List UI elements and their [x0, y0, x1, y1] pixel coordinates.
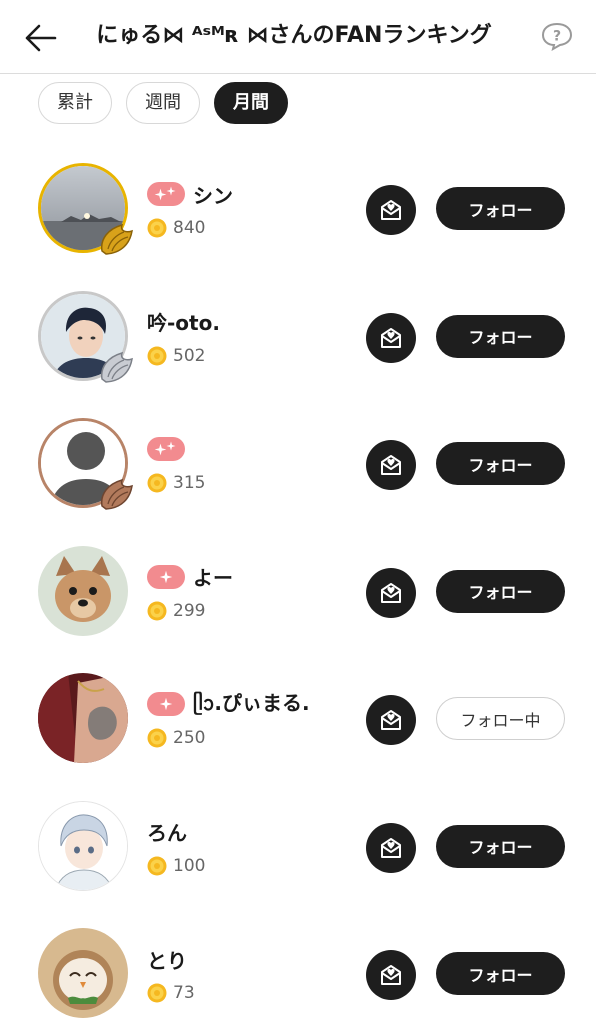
avatar[interactable] [38, 163, 133, 255]
avatar[interactable] [38, 928, 128, 1018]
fan-points: 73 [173, 983, 195, 1003]
fan-name: シン [193, 183, 233, 208]
coin-icon [147, 473, 167, 493]
avatar[interactable] [38, 545, 128, 636]
app-header: にゅる⋈ ᴬˢᴹʀ ⋈さんのFANランキング ? [0, 0, 596, 74]
anime-boy-avatar-image [39, 801, 127, 890]
avatar[interactable] [38, 290, 133, 383]
gold-wing-icon [100, 223, 133, 255]
heart-letter-icon [378, 325, 404, 351]
send-letter-button[interactable] [366, 822, 416, 873]
fan-points: 502 [173, 345, 206, 366]
supporter-badge [147, 437, 185, 461]
back-button[interactable] [18, 16, 62, 60]
avatar[interactable] [38, 673, 128, 763]
follow-button[interactable]: フォロー [436, 314, 565, 358]
supporter-badge [147, 564, 185, 589]
coin-icon [147, 346, 167, 366]
fan-points: 100 [173, 855, 206, 876]
fan-row[interactable]: ろん 100 フォロー [0, 783, 596, 911]
send-letter-button[interactable] [366, 312, 416, 363]
fan-name: よー [193, 566, 233, 590]
fan-name: 吟-oto. [147, 311, 220, 335]
supporter-badge [147, 692, 185, 716]
period-tabs: 累計 週間 月間 [38, 82, 288, 126]
page-title: にゅる⋈ ᴬˢᴹʀ ⋈さんのFANランキング [96, 23, 492, 48]
silver-wing-icon [100, 351, 133, 383]
help-button[interactable]: ? [535, 16, 579, 56]
follow-button[interactable]: フォロー [436, 952, 565, 995]
send-letter-button[interactable] [366, 567, 416, 618]
heart-letter-icon [378, 452, 404, 478]
tab-weekly[interactable]: 週間 [126, 82, 200, 124]
follow-button[interactable]: フォロー [436, 569, 565, 613]
double-sparkle-icon [154, 441, 176, 456]
coin-icon [147, 218, 167, 238]
fan-row[interactable]: とり 73 フォロー [0, 910, 596, 1024]
tattoo-avatar-image [38, 673, 128, 763]
bronze-wing-icon [100, 478, 133, 510]
heart-letter-icon [378, 835, 404, 861]
avatar[interactable] [38, 800, 128, 891]
fan-row[interactable]: 315 フォロー [0, 400, 596, 528]
single-sparkle-icon [159, 697, 173, 711]
supporter-badge [147, 182, 185, 206]
heart-letter-icon [378, 197, 404, 223]
fan-row[interactable]: よー 299 フォロー [0, 528, 596, 656]
send-letter-button[interactable] [366, 695, 416, 745]
svg-text:?: ? [553, 29, 561, 45]
coin-icon [147, 728, 167, 748]
send-letter-button[interactable] [366, 440, 416, 490]
coin-icon [147, 983, 167, 1003]
fan-points: 299 [173, 600, 206, 621]
single-sparkle-icon [159, 570, 173, 583]
fan-row[interactable]: シン 840 フォロー [0, 145, 596, 273]
fan-name: とり [147, 948, 187, 973]
arrow-left-icon [25, 24, 57, 52]
send-letter-button[interactable] [366, 185, 416, 235]
follow-button[interactable]: フォロー [436, 824, 565, 868]
fan-points: 840 [173, 218, 206, 238]
avatar[interactable] [38, 418, 133, 510]
heart-letter-icon [378, 707, 404, 733]
coin-icon [147, 856, 167, 876]
fan-points: 250 [173, 728, 206, 748]
tab-total[interactable]: 累計 [38, 82, 112, 124]
fan-points: 315 [173, 473, 206, 493]
dog-avatar-image [38, 545, 128, 636]
heart-letter-icon [378, 580, 404, 606]
send-letter-button[interactable] [366, 950, 416, 1000]
fan-name: ᥫᩣ.ぴぃまる. [193, 691, 310, 715]
fan-name: ろん [147, 821, 187, 845]
follow-button[interactable]: フォロー [436, 442, 565, 485]
question-bubble-icon: ? [541, 22, 573, 51]
fan-ranking-list: シン 840 フォロー 吟-oto. 502 フォロー 315 フォロー よー … [0, 145, 596, 1024]
coin-icon [147, 601, 167, 621]
tab-monthly[interactable]: 月間 [214, 82, 288, 124]
owl-avatar-image [38, 928, 128, 1018]
following-button[interactable]: フォロー中 [436, 697, 565, 740]
double-sparkle-icon [154, 186, 176, 201]
fan-row[interactable]: ᥫᩣ.ぴぃまる. 250 フォロー中 [0, 655, 596, 783]
fan-row[interactable]: 吟-oto. 502 フォロー [0, 273, 596, 401]
heart-letter-icon [378, 962, 404, 988]
follow-button[interactable]: フォロー [436, 187, 565, 230]
